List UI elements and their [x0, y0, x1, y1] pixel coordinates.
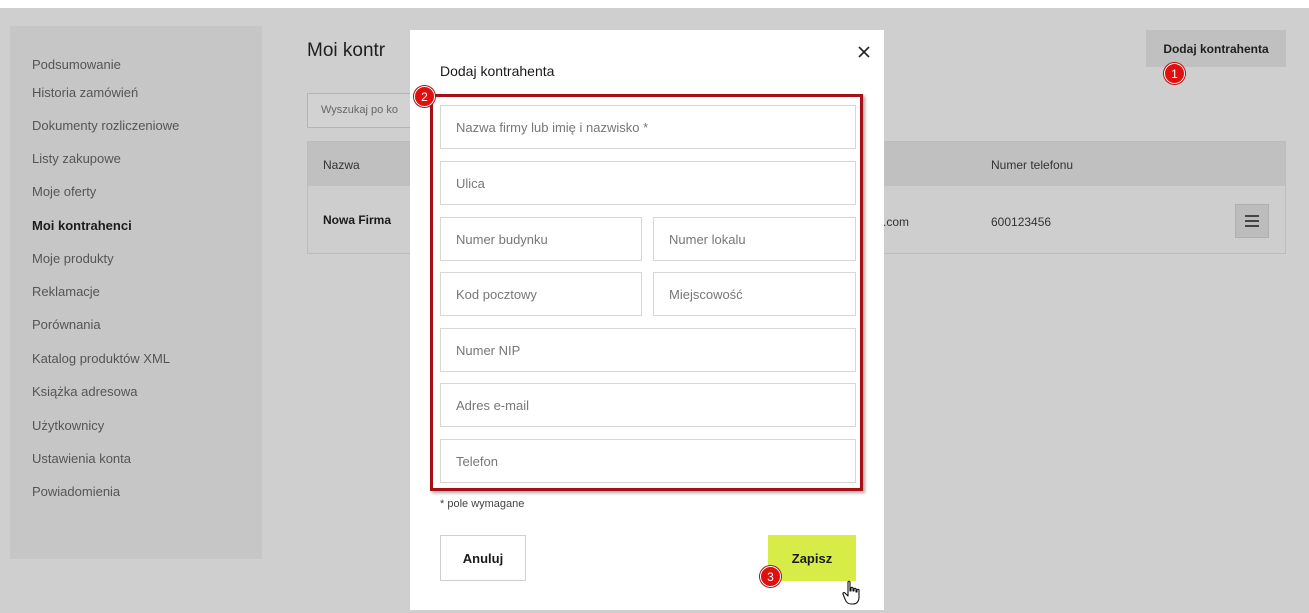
city-field[interactable]: Miejscowość: [653, 272, 856, 316]
sidebar-item-moje-produkty[interactable]: Moje produkty: [32, 251, 114, 266]
sidebar-item-moje-oferty[interactable]: Moje oferty: [32, 184, 96, 199]
company-name-field[interactable]: Nazwa firmy lub imię i nazwisko *: [440, 105, 856, 149]
hand-cursor-icon: [842, 580, 860, 605]
close-button[interactable]: [854, 42, 874, 62]
table-cell-name: Nowa Firma: [323, 213, 392, 227]
sidebar: Podsumowanie Historia zamówień Dokumenty…: [10, 26, 262, 559]
column-header-phone: Numer telefonu: [991, 158, 1074, 172]
required-field-note: * pole wymagane: [440, 498, 525, 510]
sidebar-item-listy-zakupowe[interactable]: Listy zakupowe: [32, 151, 121, 166]
close-icon: [858, 46, 870, 58]
sidebar-item-powiadomienia[interactable]: Powiadomienia: [32, 484, 120, 499]
phone-field[interactable]: Telefon: [440, 439, 856, 483]
sidebar-item-ksiazka-adresowa[interactable]: Książka adresowa: [32, 384, 138, 399]
save-button[interactable]: Zapisz: [768, 535, 856, 581]
step-marker-1: 1: [1164, 63, 1185, 84]
sidebar-item-dokumenty-rozliczeniowe[interactable]: Dokumenty rozliczeniowe: [32, 118, 179, 133]
sidebar-item-porownania[interactable]: Porównania: [32, 317, 101, 332]
sidebar-item-katalog-xml[interactable]: Katalog produktów XML: [32, 351, 170, 366]
sidebar-item-moi-kontrahenci[interactable]: Moi kontrahenci: [32, 218, 132, 233]
nip-field[interactable]: Numer NIP: [440, 328, 856, 372]
page-title: Moi kontr: [307, 40, 386, 61]
step-marker-3: 3: [760, 566, 781, 587]
cancel-button[interactable]: Anuluj: [440, 535, 526, 581]
street-field[interactable]: Ulica: [440, 161, 856, 205]
modal-title: Dodaj kontrahenta: [440, 63, 555, 79]
postal-code-field[interactable]: Kod pocztowy: [440, 272, 642, 316]
sidebar-item-podsumowanie[interactable]: Podsumowanie: [32, 57, 121, 72]
email-field[interactable]: Adres e-mail: [440, 383, 856, 427]
sidebar-item-uzytkownicy[interactable]: Użytkownicy: [32, 418, 104, 433]
add-contractor-button[interactable]: Dodaj kontrahenta: [1146, 30, 1286, 67]
search-input[interactable]: Wyszukaj po ko: [307, 93, 427, 128]
sidebar-item-reklamacje[interactable]: Reklamacje: [32, 284, 100, 299]
row-menu-button[interactable]: [1235, 204, 1269, 238]
hamburger-menu-icon: [1245, 215, 1259, 227]
sidebar-item-historia-zamowien[interactable]: Historia zamówień: [32, 85, 138, 100]
table-cell-phone: 600123456: [991, 215, 1052, 229]
apartment-number-field[interactable]: Numer lokalu: [653, 217, 856, 261]
sidebar-item-ustawienia-konta[interactable]: Ustawienia konta: [32, 451, 131, 466]
add-contractor-modal: Dodaj kontrahenta Nazwa firmy lub imię i…: [410, 30, 884, 610]
building-number-field[interactable]: Numer budynku: [440, 217, 642, 261]
column-header-name: Nazwa: [323, 158, 360, 172]
step-marker-2: 2: [414, 86, 435, 107]
table-cell-email: .com: [883, 215, 910, 229]
